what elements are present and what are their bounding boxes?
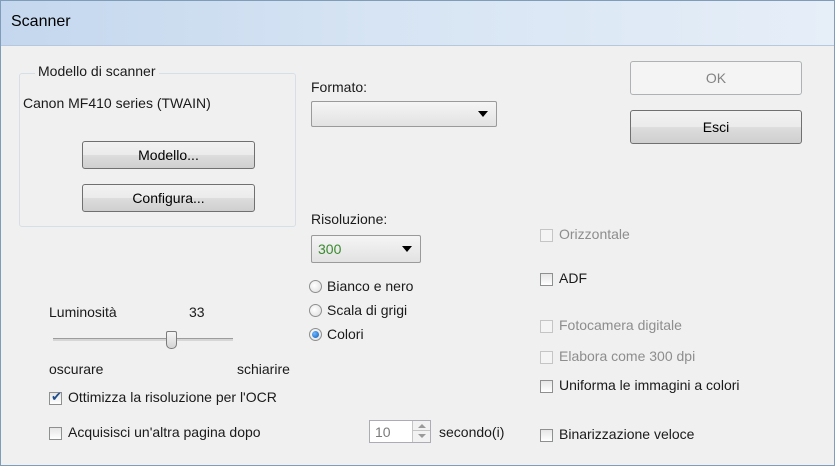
uniform-color-checkbox[interactable] (540, 380, 553, 393)
title-bar[interactable]: Scanner (1, 1, 834, 46)
digital-camera-checkbox[interactable] (540, 320, 553, 333)
brightness-max-label: schiarire (237, 361, 290, 377)
adf-label: ADF (559, 270, 587, 286)
process-300dpi-checkbox[interactable] (540, 351, 553, 364)
horizontal-checkbox[interactable] (540, 229, 553, 242)
fast-binarization-checkbox[interactable] (540, 429, 553, 442)
optimize-ocr-label: Ottimizza la risoluzione per l'OCR (68, 389, 277, 405)
brightness-label: Luminosità (49, 304, 117, 320)
spin-down-button[interactable] (412, 431, 430, 442)
delay-spinner[interactable]: 10 (369, 420, 431, 443)
dialog-body: Modello di scanner Canon MF410 series (T… (9, 47, 826, 459)
delay-unit-label: secondo(i) (439, 424, 505, 440)
radio-selected-dot (312, 331, 319, 338)
optimize-ocr-checkbox[interactable]: ✔ (49, 389, 62, 405)
spin-down-icon (418, 434, 426, 438)
window-title: Scanner (11, 13, 71, 30)
acquire-another-label: Acquisisci un'altra pagina dopo (68, 424, 261, 440)
brightness-slider-track[interactable] (53, 338, 233, 341)
fast-binarization-label: Binarizzazione veloce (559, 426, 695, 442)
model-button[interactable]: Modello... (82, 141, 255, 169)
scanner-model-name: Canon MF410 series (TWAIN) (23, 95, 211, 111)
process-300dpi-label: Elabora come 300 dpi (559, 348, 696, 364)
scanner-dialog: Scanner Modello di scanner Canon MF410 s… (0, 0, 835, 466)
brightness-value: 33 (189, 304, 205, 320)
chevron-down-icon (478, 111, 488, 117)
horizontal-label: Orizzontale (559, 226, 630, 242)
resolution-value: 300 (318, 241, 342, 257)
radio-color[interactable] (309, 328, 322, 341)
radio-color-label: Colori (327, 326, 364, 342)
radio-black-white[interactable] (309, 280, 322, 293)
resolution-label: Risoluzione: (311, 211, 388, 227)
brightness-min-label: oscurare (49, 361, 104, 377)
format-label: Formato: (311, 79, 368, 95)
scanner-model-legend: Modello di scanner (35, 63, 159, 79)
resolution-dropdown[interactable]: 300 (311, 235, 421, 263)
adf-checkbox[interactable] (540, 273, 553, 286)
acquire-another-checkbox[interactable] (49, 427, 62, 440)
delay-value: 10 (375, 424, 391, 440)
brightness-slider-thumb[interactable] (166, 331, 177, 349)
configure-button[interactable]: Configura... (82, 184, 255, 212)
format-dropdown[interactable] (311, 101, 497, 127)
uniform-color-label: Uniforma le immagini a colori (559, 377, 740, 393)
spin-up-button[interactable] (412, 421, 430, 431)
exit-button[interactable]: Esci (630, 110, 802, 144)
chevron-down-icon (402, 246, 412, 252)
radio-grayscale-label: Scala di grigi (327, 302, 408, 318)
radio-black-white-label: Bianco e nero (327, 278, 414, 294)
ok-button[interactable]: OK (630, 61, 802, 95)
radio-grayscale[interactable] (309, 304, 322, 317)
spin-up-icon (418, 424, 426, 428)
digital-camera-label: Fotocamera digitale (559, 317, 682, 333)
check-icon: ✔ (51, 389, 62, 404)
